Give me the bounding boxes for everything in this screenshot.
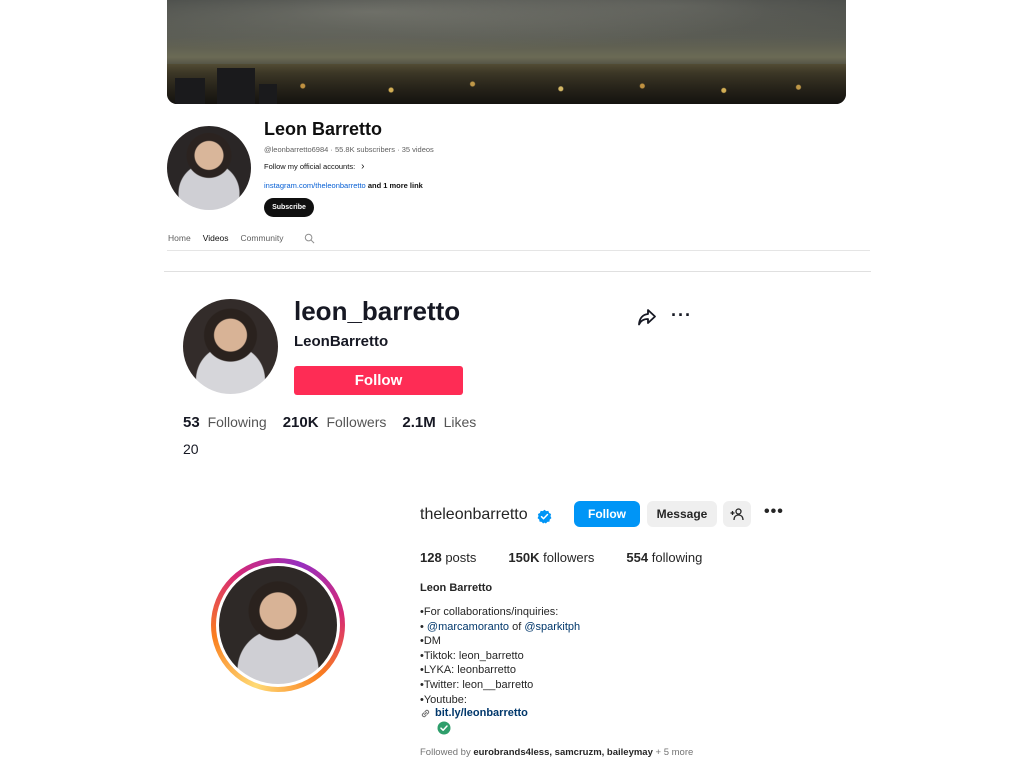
section-divider xyxy=(164,271,871,272)
tiktok-stats: 53 Following 210K Followers 2.1M Likes xyxy=(183,414,492,431)
chevron-right-icon: › xyxy=(361,161,365,172)
suggest-users-button[interactable] xyxy=(723,501,751,527)
instagram-followers-count[interactable]: 150K followers xyxy=(508,550,594,565)
subscribe-button[interactable]: Subscribe xyxy=(264,198,314,217)
instagram-message-button[interactable]: Message xyxy=(647,501,717,527)
tiktok-follow-button[interactable]: Follow xyxy=(294,366,463,395)
tab-community[interactable]: Community xyxy=(241,233,284,251)
youtube-channel-tabs: Home Videos Community xyxy=(168,233,296,251)
share-icon[interactable] xyxy=(637,307,657,327)
more-options-icon[interactable]: ··· xyxy=(671,305,692,326)
banner-building xyxy=(259,84,277,104)
instagram-bio: •For collaborations/inquiries: • @marcam… xyxy=(420,606,581,706)
link-icon xyxy=(421,709,430,717)
youtube-more-links[interactable]: and 1 more link xyxy=(368,181,423,190)
banner-sky xyxy=(167,0,846,60)
tiktok-following-count[interactable]: 53 Following xyxy=(183,414,267,431)
tiktok-nickname: LeonBarretto xyxy=(294,333,389,350)
tiktok-avatar[interactable] xyxy=(183,299,278,394)
tiktok-username: leon_barretto xyxy=(294,296,461,326)
channel-banner xyxy=(167,0,846,104)
youtube-about-text: Follow my official accounts: xyxy=(264,162,356,171)
search-icon[interactable] xyxy=(304,233,315,244)
youtube-subscriber-count: 55.8K subscribers xyxy=(335,145,396,154)
tab-home[interactable]: Home xyxy=(168,233,191,251)
banner-building xyxy=(175,78,205,104)
tiktok-followers-count[interactable]: 210K Followers xyxy=(283,414,387,431)
followed-by-text[interactable]: Followed by eurobrands4less, samcruzm, b… xyxy=(420,747,693,758)
tab-videos[interactable]: Videos xyxy=(202,233,229,251)
instagram-following-count[interactable]: 554 following xyxy=(626,550,702,565)
instagram-follow-button[interactable]: Follow xyxy=(574,501,640,527)
check-circle-icon xyxy=(437,721,451,735)
youtube-video-count: 35 videos xyxy=(401,145,434,154)
instagram-avatar[interactable] xyxy=(219,566,337,684)
banner-building xyxy=(217,68,255,104)
youtube-channel-name: Leon Barretto xyxy=(264,119,383,139)
instagram-username: theleonbarretto xyxy=(420,506,528,523)
youtube-channel-avatar[interactable] xyxy=(167,126,251,210)
tabs-divider xyxy=(167,250,870,251)
youtube-channel-meta: @leonbarretto6984 · 55.8K subscribers · … xyxy=(264,145,434,154)
more-options-icon[interactable]: ••• xyxy=(764,503,784,521)
instagram-bio-link[interactable]: bit.ly/leonbarretto xyxy=(420,707,528,719)
instagram-full-name: Leon Barretto xyxy=(420,582,493,594)
youtube-instagram-link[interactable]: instagram.com/theleonbarretto xyxy=(264,181,366,190)
youtube-about-link[interactable]: Follow my official accounts: › xyxy=(264,161,365,172)
mention-link[interactable]: @marcamoranto xyxy=(427,621,509,633)
instagram-story-ring[interactable] xyxy=(211,558,345,692)
verified-badge-icon xyxy=(537,509,552,524)
youtube-handle: @leonbarretto6984 xyxy=(264,145,329,154)
instagram-stats: 128 posts 150K followers 554 following xyxy=(420,550,734,565)
tiktok-bio: 20 xyxy=(183,441,199,457)
tiktok-likes-count: 2.1M Likes xyxy=(402,414,477,431)
instagram-posts-count: 128 posts xyxy=(420,550,477,565)
mention-link[interactable]: @sparkitph xyxy=(524,621,580,633)
add-user-icon xyxy=(730,508,744,521)
youtube-links: instagram.com/theleonbarretto and 1 more… xyxy=(264,181,423,190)
